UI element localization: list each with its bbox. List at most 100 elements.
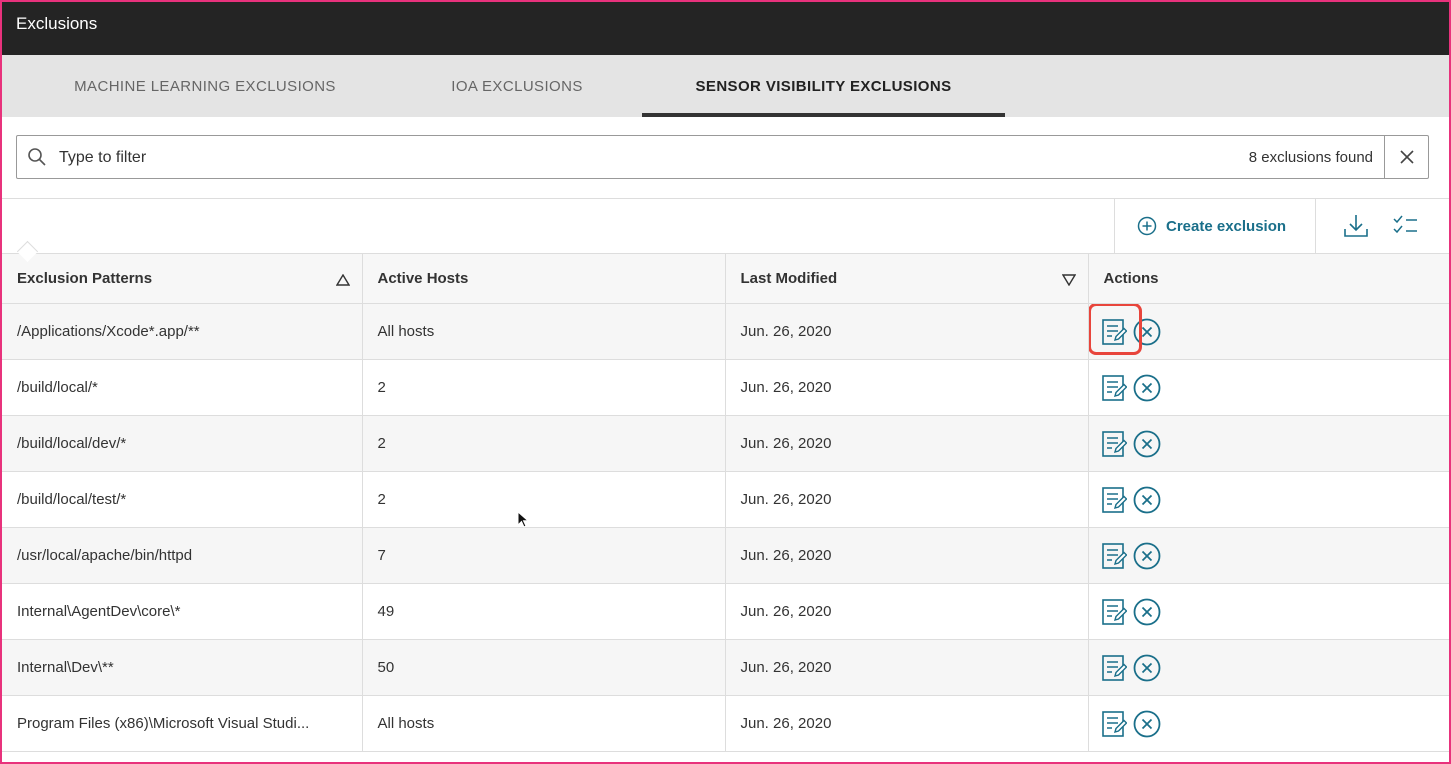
delete-exclusion-button[interactable] xyxy=(1133,486,1161,514)
tab-bar: MACHINE LEARNING EXCLUSIONS IOA EXCLUSIO… xyxy=(2,55,1449,117)
row-actions xyxy=(1101,542,1450,570)
exclusion-pattern-cell: /build/local/dev/* xyxy=(2,415,363,472)
actions-cell xyxy=(1088,695,1450,752)
edit-note-icon xyxy=(1101,486,1127,514)
column-header-label: Last Modified xyxy=(740,270,838,287)
sort-descending-icon[interactable] xyxy=(1061,274,1076,286)
exclusion-pattern-cell: /build/local/* xyxy=(2,359,363,416)
table-row[interactable]: /Applications/Xcode*.app/** All hosts Jun.… xyxy=(2,303,1450,360)
edit-exclusion-button[interactable] xyxy=(1101,654,1127,682)
actions-cell xyxy=(1088,583,1450,640)
column-header-last-modified[interactable]: Last Modified xyxy=(725,253,1089,304)
title-bar: Exclusions xyxy=(2,2,1449,55)
row-actions xyxy=(1101,374,1450,402)
checklist-icon[interactable] xyxy=(1392,214,1418,243)
delete-exclusion-button[interactable] xyxy=(1133,374,1161,402)
actions-cell xyxy=(1088,359,1450,416)
search-icon xyxy=(27,147,47,172)
edit-exclusion-button[interactable] xyxy=(1101,374,1127,402)
column-header-label: Exclusion Patterns xyxy=(17,270,153,287)
tab-machine-learning-exclusions[interactable]: MACHINE LEARNING EXCLUSIONS xyxy=(30,55,380,117)
exclusion-pattern-cell: Internal\AgentDev\core\* xyxy=(2,583,363,640)
last-modified-cell: Jun. 26, 2020 xyxy=(725,303,1089,360)
app-frame: Exclusions MACHINE LEARNING EXCLUSIONS I… xyxy=(0,0,1451,764)
table-row[interactable]: /build/local/* 2 Jun. 26, 2020 xyxy=(2,359,1450,416)
table-row[interactable]: Internal\Dev\** 50 Jun. 26, 2020 xyxy=(2,639,1450,696)
clear-filter-button[interactable] xyxy=(1384,136,1428,178)
column-header-label: Actions xyxy=(1103,270,1159,287)
table-header-row: Exclusion Patterns Active Hosts Last Mod… xyxy=(2,253,1449,304)
filter-bar: 8 exclusions found xyxy=(16,135,1429,179)
active-hosts-cell: 49 xyxy=(362,583,726,640)
table-row[interactable]: /build/local/test/* 2 Jun. 26, 2020 xyxy=(2,471,1450,528)
active-hosts-cell: 50 xyxy=(362,639,726,696)
delete-exclusion-button[interactable] xyxy=(1133,598,1161,626)
delete-exclusion-button[interactable] xyxy=(1133,542,1161,570)
active-hosts-cell: 2 xyxy=(362,359,726,416)
sort-ascending-icon[interactable] xyxy=(335,274,350,286)
edit-exclusion-button[interactable] xyxy=(1101,318,1127,346)
table-row[interactable]: /build/local/dev/* 2 Jun. 26, 2020 xyxy=(2,415,1450,472)
last-modified-cell: Jun. 26, 2020 xyxy=(725,639,1089,696)
column-header-exclusion-patterns[interactable]: Exclusion Patterns xyxy=(2,253,363,304)
exclusion-pattern-cell: /usr/local/apache/bin/httpd xyxy=(2,527,363,584)
edit-note-icon xyxy=(1101,710,1127,738)
row-actions xyxy=(1101,654,1450,682)
last-modified-cell: Jun. 26, 2020 xyxy=(725,359,1089,416)
remove-circle-icon xyxy=(1133,710,1161,738)
edit-exclusion-button[interactable] xyxy=(1101,598,1127,626)
window-title: Exclusions xyxy=(16,14,98,33)
exclusions-table: Exclusion Patterns Active Hosts Last Mod… xyxy=(2,253,1449,752)
remove-circle-icon xyxy=(1133,598,1161,626)
tab-label: MACHINE LEARNING EXCLUSIONS xyxy=(74,77,336,95)
active-hosts-cell: All hosts xyxy=(362,695,726,752)
divider xyxy=(1114,199,1115,253)
table-row[interactable]: Internal\AgentDev\core\* 49 Jun. 26, 2020 xyxy=(2,583,1450,640)
last-modified-cell: Jun. 26, 2020 xyxy=(725,471,1089,528)
edit-exclusion-button[interactable] xyxy=(1101,542,1127,570)
exclusion-pattern-cell: Internal\Dev\** xyxy=(2,639,363,696)
edit-note-icon xyxy=(1101,542,1127,570)
row-actions xyxy=(1101,598,1450,626)
column-header-actions: Actions xyxy=(1088,253,1449,304)
remove-circle-icon xyxy=(1133,542,1161,570)
create-exclusion-button[interactable]: Create exclusion xyxy=(1137,216,1286,236)
table-row[interactable]: /usr/local/apache/bin/httpd 7 Jun. 26, 202… xyxy=(2,527,1450,584)
edit-exclusion-button[interactable] xyxy=(1101,710,1127,738)
remove-circle-icon xyxy=(1133,486,1161,514)
row-actions xyxy=(1101,486,1450,514)
table-row[interactable]: Program Files (x86)\Microsoft Visual Stu… xyxy=(2,695,1450,752)
tab-sensor-visibility-exclusions[interactable]: SENSOR VISIBILITY EXCLUSIONS xyxy=(642,55,1005,117)
delete-exclusion-button[interactable] xyxy=(1133,710,1161,738)
column-header-active-hosts[interactable]: Active Hosts xyxy=(362,253,726,304)
actions-cell xyxy=(1088,471,1450,528)
create-exclusion-label: Create exclusion xyxy=(1166,217,1287,235)
mouse-cursor-icon xyxy=(517,511,529,528)
last-modified-cell: Jun. 26, 2020 xyxy=(725,695,1089,752)
last-modified-cell: Jun. 26, 2020 xyxy=(725,583,1089,640)
row-actions xyxy=(1088,303,1450,355)
table-toolbar: Create exclusion xyxy=(2,199,1449,253)
download-icon[interactable] xyxy=(1343,213,1369,244)
column-header-label: Active Hosts xyxy=(377,270,469,287)
actions-cell xyxy=(1088,303,1450,360)
filter-input[interactable] xyxy=(57,144,1161,172)
remove-circle-icon xyxy=(1133,430,1161,458)
delete-exclusion-button[interactable] xyxy=(1133,430,1161,458)
row-actions xyxy=(1101,710,1450,738)
edit-note-icon xyxy=(1101,374,1127,402)
delete-exclusion-button[interactable] xyxy=(1133,318,1161,346)
tab-label: SENSOR VISIBILITY EXCLUSIONS xyxy=(695,77,952,95)
last-modified-cell: Jun. 26, 2020 xyxy=(725,415,1089,472)
edit-exclusion-button[interactable] xyxy=(1101,430,1127,458)
delete-exclusion-button[interactable] xyxy=(1133,654,1161,682)
exclusion-pattern-cell: /Applications/Xcode*.app/** xyxy=(2,303,363,360)
edit-note-icon xyxy=(1101,318,1127,346)
actions-cell xyxy=(1088,527,1450,584)
edit-exclusion-button[interactable] xyxy=(1101,486,1127,514)
row-actions xyxy=(1101,430,1450,458)
tab-ioa-exclusions[interactable]: IOA EXCLUSIONS xyxy=(422,55,612,117)
tab-label: IOA EXCLUSIONS xyxy=(451,77,583,95)
edit-note-icon xyxy=(1101,654,1127,682)
remove-circle-icon xyxy=(1133,318,1161,346)
